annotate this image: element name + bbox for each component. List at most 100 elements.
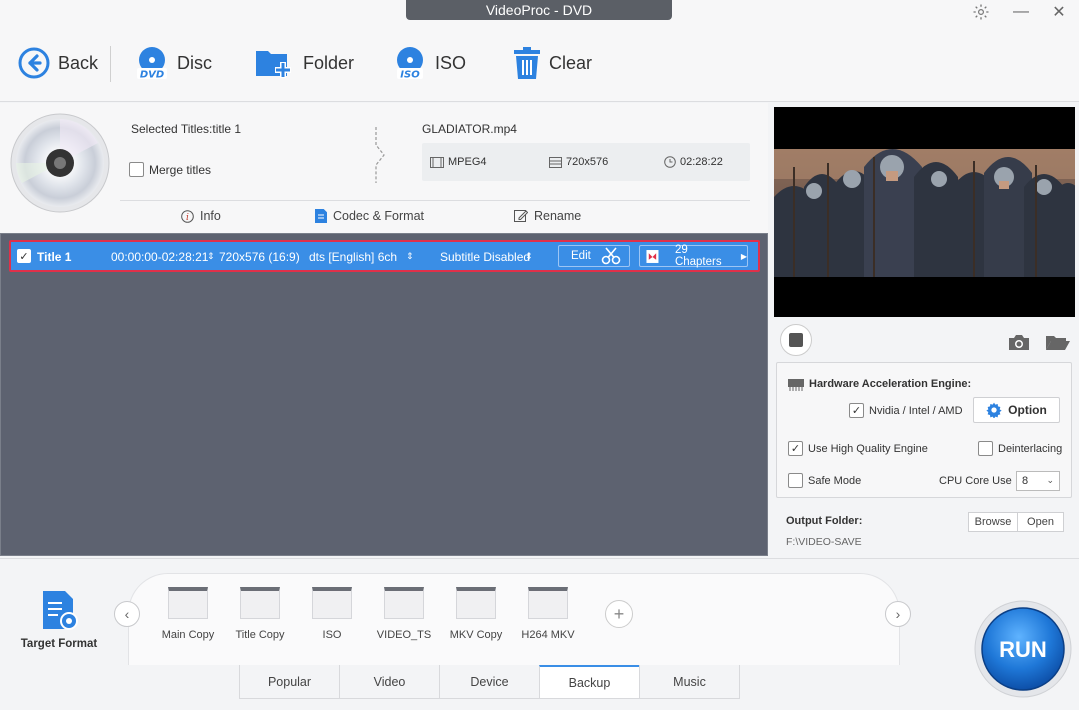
iso-button[interactable]: ISO ISO	[393, 24, 466, 102]
format-label: VIDEO_TS	[376, 629, 432, 641]
title-row[interactable]: ✓ Title 1 00:00:00-02:28:21 ⇕ 720x576 (1…	[9, 240, 760, 272]
disc-file-icon	[168, 587, 208, 619]
svg-text:DVD: DVD	[140, 70, 164, 81]
deinterlacing-check-box[interactable]	[978, 441, 993, 456]
back-arrow-icon	[18, 47, 50, 79]
nvidia-checkbox[interactable]: ✓ Nvidia / Intel / AMD	[849, 403, 963, 418]
format-label: Main Copy	[161, 629, 215, 641]
audio-spinner-icon[interactable]: ⇕	[406, 251, 414, 262]
category-tabs: Popular Video Device Backup Music	[239, 665, 740, 699]
subtitle-select[interactable]: Subtitle Disabled	[440, 250, 530, 264]
edit-button[interactable]: Edit	[558, 245, 630, 267]
dvd-disc-icon: DVD	[137, 47, 167, 81]
clear-button[interactable]: Clear	[513, 24, 592, 102]
target-format-label: Target Format	[20, 638, 98, 650]
disc-label: Disc	[177, 52, 212, 73]
preview-frame-image	[774, 107, 1075, 317]
chevron-down-icon: ⌄	[1046, 475, 1054, 485]
stop-button[interactable]	[780, 324, 812, 356]
app-title: VideoProc - DVD	[406, 0, 672, 20]
format-label: ISO	[322, 629, 342, 641]
iso-disc-icon: ISO	[397, 47, 423, 80]
safe-mode-checkbox[interactable]: Safe Mode	[788, 473, 861, 488]
merge-titles-checkbox[interactable]: Merge titles	[129, 162, 211, 177]
output-filename: GLADIATOR.mp4	[422, 122, 517, 136]
duration-value: 02:28:22	[680, 156, 723, 168]
format-video-ts[interactable]: VIDEO_TS	[369, 587, 439, 641]
title-resolution: 720x576 (16:9)	[219, 250, 300, 264]
resolution-icon	[549, 156, 562, 168]
format-h264-mkv[interactable]: H264 MKV	[513, 587, 583, 641]
duration-info: 02:28:22	[664, 156, 723, 168]
title-bar: VideoProc - DVD — ✕	[0, 0, 1079, 24]
option-button[interactable]: Option	[973, 397, 1060, 423]
format-label: Title Copy	[235, 629, 285, 641]
rename-tab-label: Rename	[534, 209, 582, 223]
source-panel: Selected Titles:title 1 Merge titles GLA…	[0, 103, 768, 233]
chapters-button[interactable]: 29 Chapters ▶	[639, 244, 748, 268]
output-folder-label: Output Folder:	[786, 515, 863, 527]
trash-icon	[514, 47, 540, 79]
run-button[interactable]: RUN	[973, 599, 1073, 699]
tab-video[interactable]: Video	[339, 665, 440, 699]
subtitle-spinner-icon[interactable]: ⇕	[525, 251, 533, 262]
disc-button[interactable]: DVD Disc	[135, 24, 212, 102]
target-format-button[interactable]: Target Format	[14, 589, 104, 650]
info-icon: i	[181, 209, 194, 223]
film-icon	[430, 156, 444, 168]
folder-button[interactable]: Folder	[255, 24, 354, 102]
output-folder-area: Output Folder: F:\VIDEO-SAVE Browse Open	[774, 505, 1075, 555]
minimize-button[interactable]: —	[1010, 2, 1032, 22]
resolution-value: 720x576	[566, 156, 609, 168]
time-range-spinner-icon[interactable]: ⇕	[207, 251, 215, 262]
settings-gear-icon[interactable]	[970, 2, 992, 22]
mkv-file-icon	[456, 587, 496, 619]
tab-music[interactable]: Music	[639, 665, 740, 699]
high-quality-check-box[interactable]: ✓	[788, 441, 803, 456]
nvidia-check-box[interactable]: ✓	[849, 403, 864, 418]
gear-icon	[986, 402, 1002, 418]
back-button[interactable]: Back	[18, 24, 98, 102]
title-list: ✓ Title 1 00:00:00-02:28:21 ⇕ 720x576 (1…	[0, 233, 768, 556]
info-tab[interactable]: i Info	[181, 209, 221, 223]
edit-pen-icon	[514, 210, 528, 222]
format-mkv-copy[interactable]: MKV Copy	[441, 587, 511, 641]
format-main-copy[interactable]: Main Copy	[153, 587, 223, 641]
safe-mode-label: Safe Mode	[808, 474, 862, 487]
title-name: Title 1	[37, 250, 72, 264]
open-folder-icon[interactable]	[1045, 334, 1071, 351]
format-value: MPEG4	[448, 156, 487, 168]
tab-backup[interactable]: Backup	[539, 665, 640, 699]
camera-icon[interactable]	[1008, 334, 1030, 351]
folder-add-icon	[256, 51, 291, 78]
prev-arrow-button[interactable]: ‹	[114, 601, 140, 627]
close-button[interactable]: ✕	[1048, 2, 1070, 22]
title-checkbox[interactable]: ✓	[17, 249, 31, 263]
tab-popular[interactable]: Popular	[239, 665, 340, 699]
format-label: MKV Copy	[449, 629, 503, 641]
cpu-core-select[interactable]: 8 ⌄	[1016, 471, 1060, 491]
folder-label: Folder	[303, 52, 355, 73]
format-iso[interactable]: ISO	[297, 587, 367, 641]
high-quality-checkbox[interactable]: ✓ Use High Quality Engine	[788, 441, 928, 456]
open-button[interactable]: Open	[1017, 512, 1064, 532]
time-range[interactable]: 00:00:00-02:28:21	[111, 250, 208, 264]
format-title-copy[interactable]: Title Copy	[225, 587, 295, 641]
deinterlacing-checkbox[interactable]: Deinterlacing	[978, 441, 1062, 456]
iso-file-icon	[312, 587, 352, 619]
mkv-file-icon	[528, 587, 568, 619]
resolution-info: 720x576	[549, 156, 608, 168]
codec-format-tab[interactable]: Codec & Format	[315, 209, 424, 223]
selected-titles-label: Selected Titles:title 1	[131, 122, 242, 136]
next-arrow-button[interactable]: ›	[885, 601, 911, 627]
rename-tab[interactable]: Rename	[514, 209, 581, 223]
merge-titles-box[interactable]	[129, 162, 144, 177]
format-info: MPEG4	[430, 156, 487, 168]
disc-file-icon	[240, 587, 280, 619]
browse-button[interactable]: Browse	[968, 512, 1018, 532]
add-format-plus-icon[interactable]: +	[605, 600, 633, 628]
audio-track-select[interactable]: dts [English] 6ch	[309, 250, 397, 264]
chapters-arrow-icon: ▶	[740, 251, 747, 261]
tab-device[interactable]: Device	[439, 665, 540, 699]
safe-mode-check-box[interactable]	[788, 473, 803, 488]
